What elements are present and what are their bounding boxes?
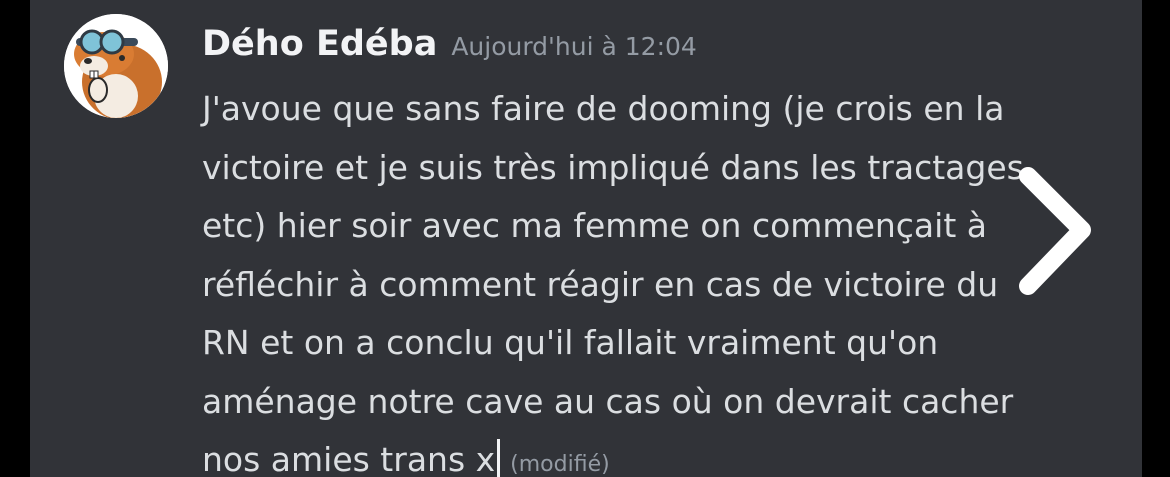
message-line: réfléchir à comment réagir en cas de vic…: [202, 264, 999, 304]
message-line: J'avoue que sans faire de dooming (je cr…: [202, 89, 1005, 128]
message-line: etc) hier soir avec ma femme on commença…: [202, 206, 987, 245]
screenshot: Dého Edéba Aujourd'hui à 12:04 J'avoue qu…: [0, 0, 1170, 477]
text-cursor: [497, 439, 501, 477]
message-header: Dého Edéba Aujourd'hui à 12:04: [202, 24, 697, 64]
next-button[interactable]: [990, 158, 1110, 308]
chat-panel: Dého Edéba Aujourd'hui à 12:04 J'avoue qu…: [30, 0, 1142, 477]
message-last-line: nos amies trans x (modifié): [202, 431, 1024, 477]
message-content: J'avoue que sans faire de dooming (je cr…: [202, 80, 1024, 477]
beaver-avatar-icon: [64, 14, 168, 118]
message-line: RN et on a conclu qu'il fallait vraiment…: [202, 323, 939, 362]
timestamp[interactable]: Aujourd'hui à 12:04: [451, 32, 697, 61]
edited-label: (modifié): [510, 452, 610, 477]
username[interactable]: Dého Edéba: [202, 24, 437, 64]
message-line: nos amies trans x: [202, 440, 496, 477]
message-line: victoire et je suis très impliqué dans l…: [202, 147, 1024, 187]
chevron-right-icon: [1019, 167, 1091, 295]
message-line: aménage notre cave au cas où on devrait …: [202, 381, 1014, 421]
avatar[interactable]: [64, 14, 168, 118]
